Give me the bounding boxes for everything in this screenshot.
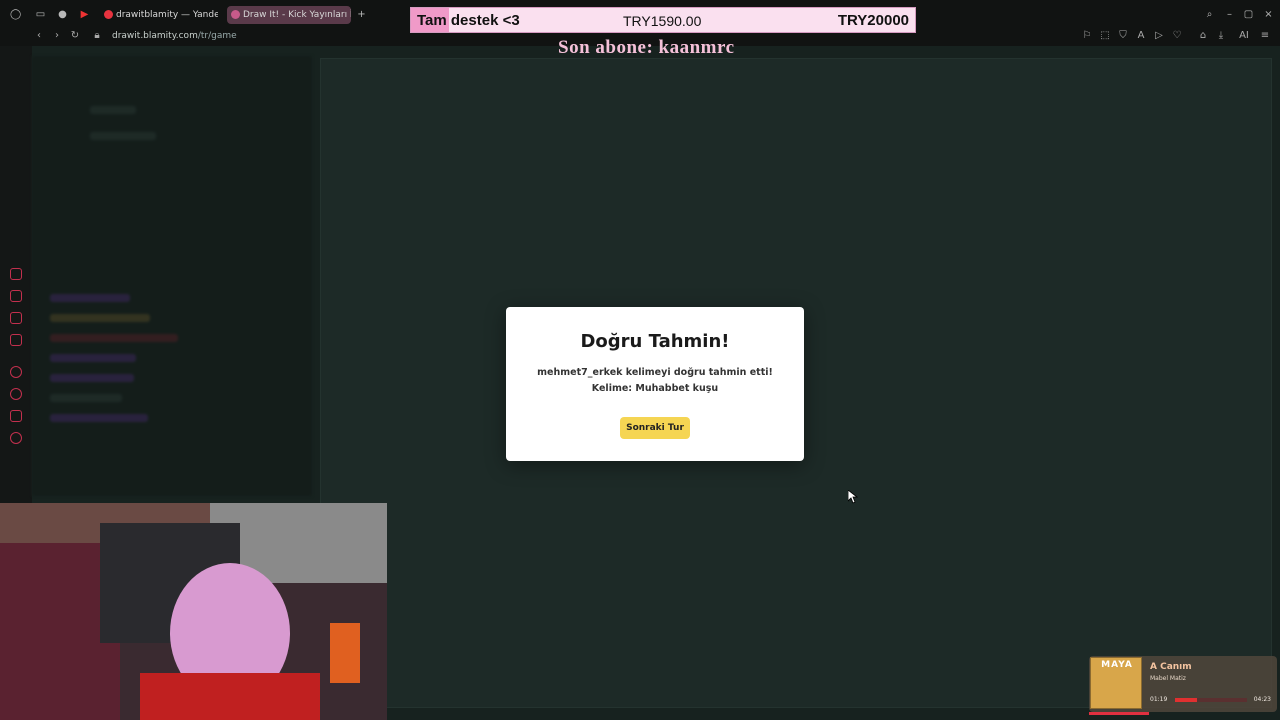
tab-label: drawitblamity — Yandex: 1 <box>116 10 218 20</box>
correct-guess-modal: Doğru Tahmin! mehmet7_erkek kelimeyi doğ… <box>506 307 804 461</box>
restore-icon[interactable]: ▢ <box>1243 9 1254 20</box>
donation-goal: TRY20000 <box>837 12 909 29</box>
close-icon[interactable]: × <box>1263 9 1274 20</box>
wallet-icon[interactable]: ⌂ <box>1198 31 1208 41</box>
time-current: 01:19 <box>1150 696 1168 703</box>
download-icon[interactable]: ⤓ <box>1216 31 1226 41</box>
reload-icon[interactable]: ↻ <box>70 31 80 41</box>
settings-icon[interactable] <box>10 432 22 444</box>
assistant-icon[interactable] <box>10 290 22 302</box>
tab-label: Draw It! - Kick Yayınları İç <box>243 10 351 20</box>
webcam-feed <box>0 503 387 720</box>
heart-icon[interactable]: ♡ <box>1172 31 1182 41</box>
webcam-image <box>0 503 387 720</box>
modal-title: Doğru Tahmin! <box>580 331 730 352</box>
menu-icon[interactable]: ≡ <box>1260 31 1270 41</box>
aria-icon[interactable] <box>10 268 22 280</box>
next-round-button[interactable]: Sonraki Tur <box>620 417 690 439</box>
opera-logo-icon[interactable]: ◯ <box>10 9 21 20</box>
tabs-overview-icon[interactable]: ▭ <box>35 9 46 20</box>
messenger-icon[interactable] <box>10 334 22 346</box>
time-total: 04:23 <box>1253 696 1271 703</box>
stream-accent-bar <box>1089 712 1149 715</box>
song-progress-bar <box>1175 698 1247 702</box>
play-icon[interactable]: ▷ <box>1154 31 1164 41</box>
song-title: A Canım <box>1150 662 1192 672</box>
lock-icon: 🔒︎ <box>94 30 100 41</box>
url-domain: drawit.blamity.com <box>112 31 198 41</box>
back-icon[interactable]: ‹ <box>34 31 44 41</box>
album-text: MAYA <box>1101 660 1133 670</box>
bookmark-icon[interactable]: ⚐ <box>1082 31 1092 41</box>
song-progress-fill <box>1175 698 1197 702</box>
donation-goal-bar: Tam destek <3 TRY1590.00 TRY20000 <box>410 7 916 33</box>
url-field[interactable]: drawit.blamity.com/tr/game <box>112 31 237 41</box>
notes-icon[interactable] <box>10 312 22 324</box>
extensions-icon[interactable] <box>10 410 22 422</box>
snapshot-icon[interactable]: ⬚ <box>1100 31 1110 41</box>
forward-icon[interactable]: › <box>52 31 62 41</box>
mouse-cursor-icon <box>848 490 858 504</box>
opera-sidebar <box>0 46 32 506</box>
url-path: /tr/game <box>197 31 237 41</box>
workspaces-icon[interactable]: ● <box>57 9 68 20</box>
youtube-icon[interactable]: ▶ <box>79 9 90 20</box>
yandex-icon <box>104 10 113 19</box>
translate-icon[interactable]: A <box>1136 31 1146 41</box>
tab-drawit[interactable]: Draw It! - Kick Yayınları İç <box>227 6 351 24</box>
new-tab-icon[interactable]: + <box>356 9 367 20</box>
latest-subscriber: Son abone: kaanmrc <box>558 37 735 58</box>
modal-message: mehmet7_erkek kelimeyi doğru tahmin etti… <box>537 367 773 394</box>
donation-title: Tam destek <3 <box>417 12 520 29</box>
album-cover: MAYA <box>1090 657 1142 709</box>
donation-current: TRY1590.00 <box>623 13 702 29</box>
ai-icon[interactable]: AI <box>1236 31 1252 41</box>
minimize-icon[interactable]: – <box>1224 9 1235 20</box>
browser-window: ◯ ▭ ● ▶ drawitblamity — Yandex: 1 Draw I… <box>0 0 1280 720</box>
song-artist: Mabel Matiz <box>1150 675 1186 682</box>
player-icon[interactable] <box>10 366 22 378</box>
shield-icon[interactable]: ⛉ <box>1118 31 1128 41</box>
history-icon[interactable] <box>10 388 22 400</box>
search-icon[interactable]: ⌕ <box>1204 9 1215 20</box>
tab-yandex[interactable]: drawitblamity — Yandex: 1 <box>100 6 218 24</box>
drawit-icon <box>231 10 240 19</box>
now-playing-widget: MAYA A Canım Mabel Matiz 01:19 04:23 <box>1089 656 1277 712</box>
